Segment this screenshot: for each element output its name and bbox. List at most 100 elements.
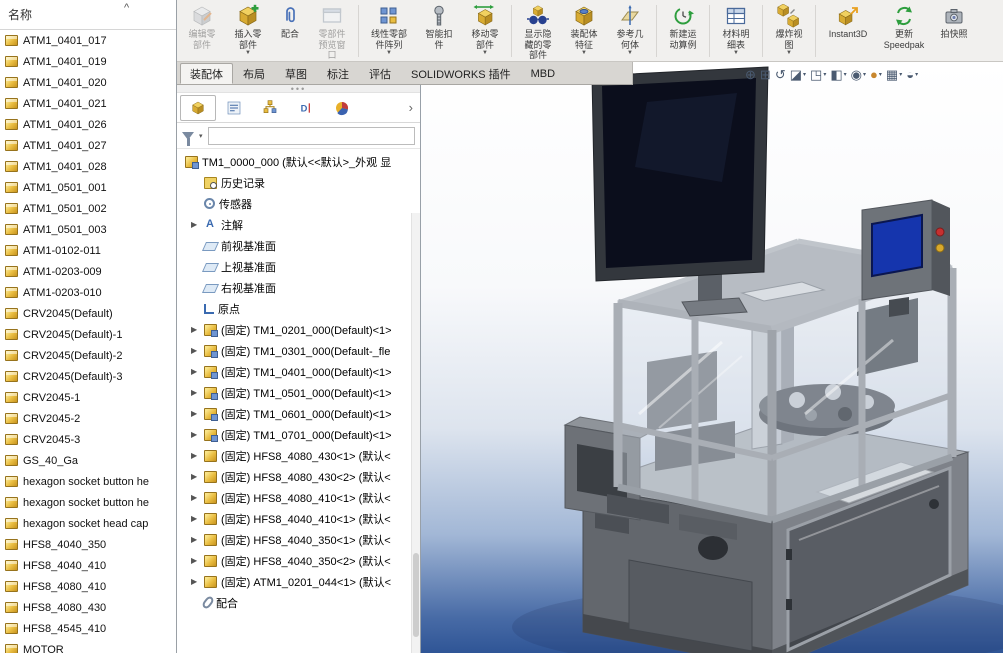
expand-arrow-icon[interactable]: ▶ bbox=[191, 577, 200, 586]
file-list-item[interactable]: CRV2045-2 bbox=[0, 408, 176, 429]
file-list-item[interactable]: ATM1-0203-010 bbox=[0, 282, 176, 303]
file-list-item[interactable]: ATM1_0401_026 bbox=[0, 114, 176, 135]
filter-dropdown-arrow-icon[interactable]: ▾ bbox=[199, 132, 203, 140]
zoom-fit-icon[interactable]: ⊕ ▾ bbox=[745, 68, 756, 81]
view-settings-icon[interactable]: ◒ ▾ bbox=[906, 68, 918, 81]
tree-item[interactable]: ▶ (固定) TM1_0201_000(Default)<1> bbox=[177, 319, 420, 340]
yellow-button[interactable] bbox=[936, 244, 944, 252]
section-view-icon[interactable]: ◪ ▾ bbox=[790, 68, 806, 81]
expand-arrow-icon[interactable]: ▶ bbox=[191, 430, 200, 439]
tree-item[interactable]: ▶ (固定) TM1_0701_000(Default)<1> bbox=[177, 424, 420, 445]
file-list-item[interactable]: hexagon socket button he bbox=[0, 471, 176, 492]
show-hidden-components-button[interactable]: 显示隐 藏的零 部件 bbox=[515, 1, 561, 61]
expand-arrow-icon[interactable]: ▶ bbox=[191, 388, 200, 397]
take-snapshot-button[interactable]: 拍快照 bbox=[931, 1, 977, 61]
tree-item[interactable]: ▶ 历史记录 bbox=[177, 172, 420, 193]
expand-arrow-icon[interactable]: ▶ bbox=[191, 514, 200, 523]
apply-scene-icon[interactable]: ▦ ▾ bbox=[886, 68, 902, 81]
file-list-item[interactable]: ATM1-0102-011 bbox=[0, 240, 176, 261]
expand-arrow-icon[interactable]: ▶ bbox=[191, 535, 200, 544]
file-list-item[interactable]: ATM1_0501_001 bbox=[0, 177, 176, 198]
insert-components-button[interactable]: 插入零 部件▼ bbox=[225, 1, 271, 61]
bill-of-materials-button[interactable]: 材料明 细表▼ bbox=[713, 1, 759, 61]
ribbon-tab[interactable]: SOLIDWORKS 插件 bbox=[401, 63, 521, 84]
tree-item[interactable]: ▶ 配合 bbox=[177, 592, 420, 613]
file-list-item[interactable]: HFS8_4080_430 bbox=[0, 597, 176, 618]
tree-item[interactable]: ▶ (固定) HFS8_4080_410<1> (默认< bbox=[177, 487, 420, 508]
display-style-icon[interactable]: ◧ ▾ bbox=[830, 68, 846, 81]
smart-fasteners-button[interactable]: 智能扣 件 bbox=[416, 1, 462, 61]
tree-item[interactable]: ▶ 上视基准面 bbox=[177, 256, 420, 277]
file-list-item[interactable]: ATM1_0401_019 bbox=[0, 51, 176, 72]
file-list-item[interactable]: CRV2045(Default)-2 bbox=[0, 345, 176, 366]
file-list-item[interactable]: CRV2045-1 bbox=[0, 387, 176, 408]
tree-item[interactable]: ▶ (固定) HFS8_4080_430<2> (默认< bbox=[177, 466, 420, 487]
tree-item[interactable]: ▶ 注解 bbox=[177, 214, 420, 235]
file-list-item[interactable]: ATM1-0203-009 bbox=[0, 261, 176, 282]
expand-arrow-icon[interactable]: ▶ bbox=[191, 493, 200, 502]
file-list-item[interactable]: hexagon socket button he bbox=[0, 492, 176, 513]
expand-arrow-icon[interactable]: ▶ bbox=[191, 367, 200, 376]
hide-show-items-icon[interactable]: ◉ ▾ bbox=[851, 68, 866, 81]
file-list-item[interactable]: ATM1_0401_028 bbox=[0, 156, 176, 177]
tree-item[interactable]: ▶ (固定) TM1_0301_000(Default-_fle bbox=[177, 340, 420, 361]
ribbon-tab[interactable]: 草图 bbox=[275, 63, 317, 84]
file-list-item[interactable]: HFS8_4545_410 bbox=[0, 618, 176, 639]
panel-drag-handle[interactable]: ••• bbox=[177, 85, 420, 93]
tree-item[interactable]: ▶ (固定) TM1_0501_000(Default)<1> bbox=[177, 382, 420, 403]
configuration-manager-tab[interactable] bbox=[252, 95, 288, 121]
tree-scrollbar[interactable] bbox=[411, 213, 420, 653]
panel-expand-chevron-icon[interactable]: › bbox=[405, 100, 417, 115]
tree-item[interactable]: ▶ 右视基准面 bbox=[177, 277, 420, 298]
scrollbar-thumb[interactable] bbox=[413, 553, 419, 637]
assembly-features-button[interactable]: 装配体 特征▼ bbox=[561, 1, 607, 61]
file-list-item[interactable]: CRV2045(Default)-3 bbox=[0, 366, 176, 387]
tree-item[interactable]: ▶ (固定) TM1_0401_000(Default)<1> bbox=[177, 361, 420, 382]
dimxpert-manager-tab[interactable]: D bbox=[288, 95, 324, 121]
update-speedpak-button[interactable]: 更新 Speedpak bbox=[877, 1, 931, 61]
file-list-item[interactable]: HFS8_4080_410 bbox=[0, 576, 176, 597]
instant3d-button[interactable]: Instant3D bbox=[819, 1, 877, 61]
file-list-item[interactable]: CRV2045(Default)-1 bbox=[0, 324, 176, 345]
feature-manager-tab[interactable] bbox=[180, 95, 216, 121]
red-button[interactable] bbox=[936, 228, 944, 236]
previous-view-icon[interactable]: ↺ ▾ bbox=[775, 68, 786, 81]
ribbon-tab[interactable]: 标注 bbox=[317, 63, 359, 84]
zoom-area-icon[interactable]: ⊞ ▾ bbox=[760, 68, 771, 81]
display-manager-tab[interactable] bbox=[324, 95, 360, 121]
edit-appearance-icon[interactable]: ● ▾ bbox=[870, 68, 882, 81]
tree-item[interactable]: ▶ (固定) HFS8_4040_410<1> (默认< bbox=[177, 508, 420, 529]
file-list-item[interactable]: HFS8_4040_350 bbox=[0, 534, 176, 555]
expand-arrow-icon[interactable]: ▶ bbox=[191, 472, 200, 481]
file-list-item[interactable]: ATM1_0401_021 bbox=[0, 93, 176, 114]
file-list-item[interactable]: GS_40_Ga bbox=[0, 450, 176, 471]
collapse-arrow-icon[interactable]: ^ bbox=[124, 2, 129, 14]
tree-root-item[interactable]: TM1_0000_000 (默认<<默认>_外观 显 bbox=[177, 151, 420, 172]
file-list-item[interactable]: hexagon socket head cap bbox=[0, 513, 176, 534]
ribbon-tab[interactable]: 布局 bbox=[233, 63, 275, 84]
file-list-item[interactable]: MOTOR bbox=[0, 639, 176, 653]
expand-arrow-icon[interactable]: ▶ bbox=[191, 220, 200, 229]
filter-input[interactable] bbox=[208, 127, 415, 145]
file-list-item[interactable]: ATM1_0401_027 bbox=[0, 135, 176, 156]
ribbon-tab[interactable]: 装配体 bbox=[180, 63, 233, 84]
tree-item[interactable]: ▶ (固定) TM1_0601_000(Default)<1> bbox=[177, 403, 420, 424]
file-list-item[interactable]: CRV2045-3 bbox=[0, 429, 176, 450]
ribbon-tab[interactable]: MBD bbox=[521, 63, 565, 84]
mate-button[interactable]: 配合 bbox=[271, 1, 309, 61]
linear-component-pattern-button[interactable]: 线性零部 件阵列▼ bbox=[362, 1, 416, 61]
tree-item[interactable]: ▶ 传感器 bbox=[177, 193, 420, 214]
expand-arrow-icon[interactable]: ▶ bbox=[191, 346, 200, 355]
tree-item[interactable]: ▶ 前视基准面 bbox=[177, 235, 420, 256]
component-preview-window-button[interactable]: 零部件 预览窗 口 bbox=[309, 1, 355, 61]
tree-item[interactable]: ▶ (固定) HFS8_4040_350<1> (默认< bbox=[177, 529, 420, 550]
exploded-view-button[interactable]: 爆炸视 图▼ bbox=[766, 1, 812, 61]
property-manager-tab[interactable] bbox=[216, 95, 252, 121]
view-orientation-icon[interactable]: ◳ ▾ bbox=[810, 68, 826, 81]
file-list-item[interactable]: CRV2045(Default) bbox=[0, 303, 176, 324]
tree-item[interactable]: ▶ (固定) HFS8_4080_430<1> (默认< bbox=[177, 445, 420, 466]
tree-item[interactable]: ▶ (固定) HFS8_4040_350<2> (默认< bbox=[177, 550, 420, 571]
expand-arrow-icon[interactable]: ▶ bbox=[191, 409, 200, 418]
expand-arrow-icon[interactable]: ▶ bbox=[191, 325, 200, 334]
file-list-item[interactable]: ATM1_0501_003 bbox=[0, 219, 176, 240]
